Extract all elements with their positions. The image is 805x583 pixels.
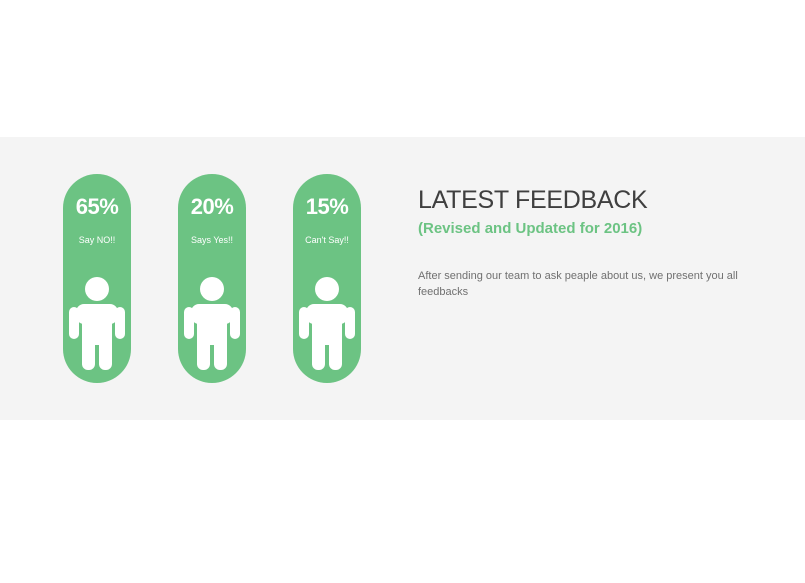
feedback-title: LATEST FEEDBACK xyxy=(418,186,648,214)
feedback-description: After sending our team to ask peaple abo… xyxy=(418,270,738,298)
stat-card-say-no: 65% Say NO!! xyxy=(63,174,131,383)
stat-label: Say NO!! xyxy=(78,235,116,245)
stat-percent: 20% xyxy=(190,194,234,219)
stat-card-cant-say: 15% Can't Say!! xyxy=(293,174,361,383)
person-icon xyxy=(184,277,240,370)
stat-card-says-yes: 20% Says Yes!! xyxy=(178,174,246,383)
stat-percent: 65% xyxy=(75,194,119,219)
stat-percent: 15% xyxy=(305,194,349,219)
person-icon xyxy=(69,277,125,370)
feedback-subtitle: (Revised and Updated for 2016) xyxy=(418,220,643,237)
stat-label: Says Yes!! xyxy=(190,235,234,245)
person-icon xyxy=(299,277,355,370)
stat-label: Can't Say!! xyxy=(305,235,349,245)
